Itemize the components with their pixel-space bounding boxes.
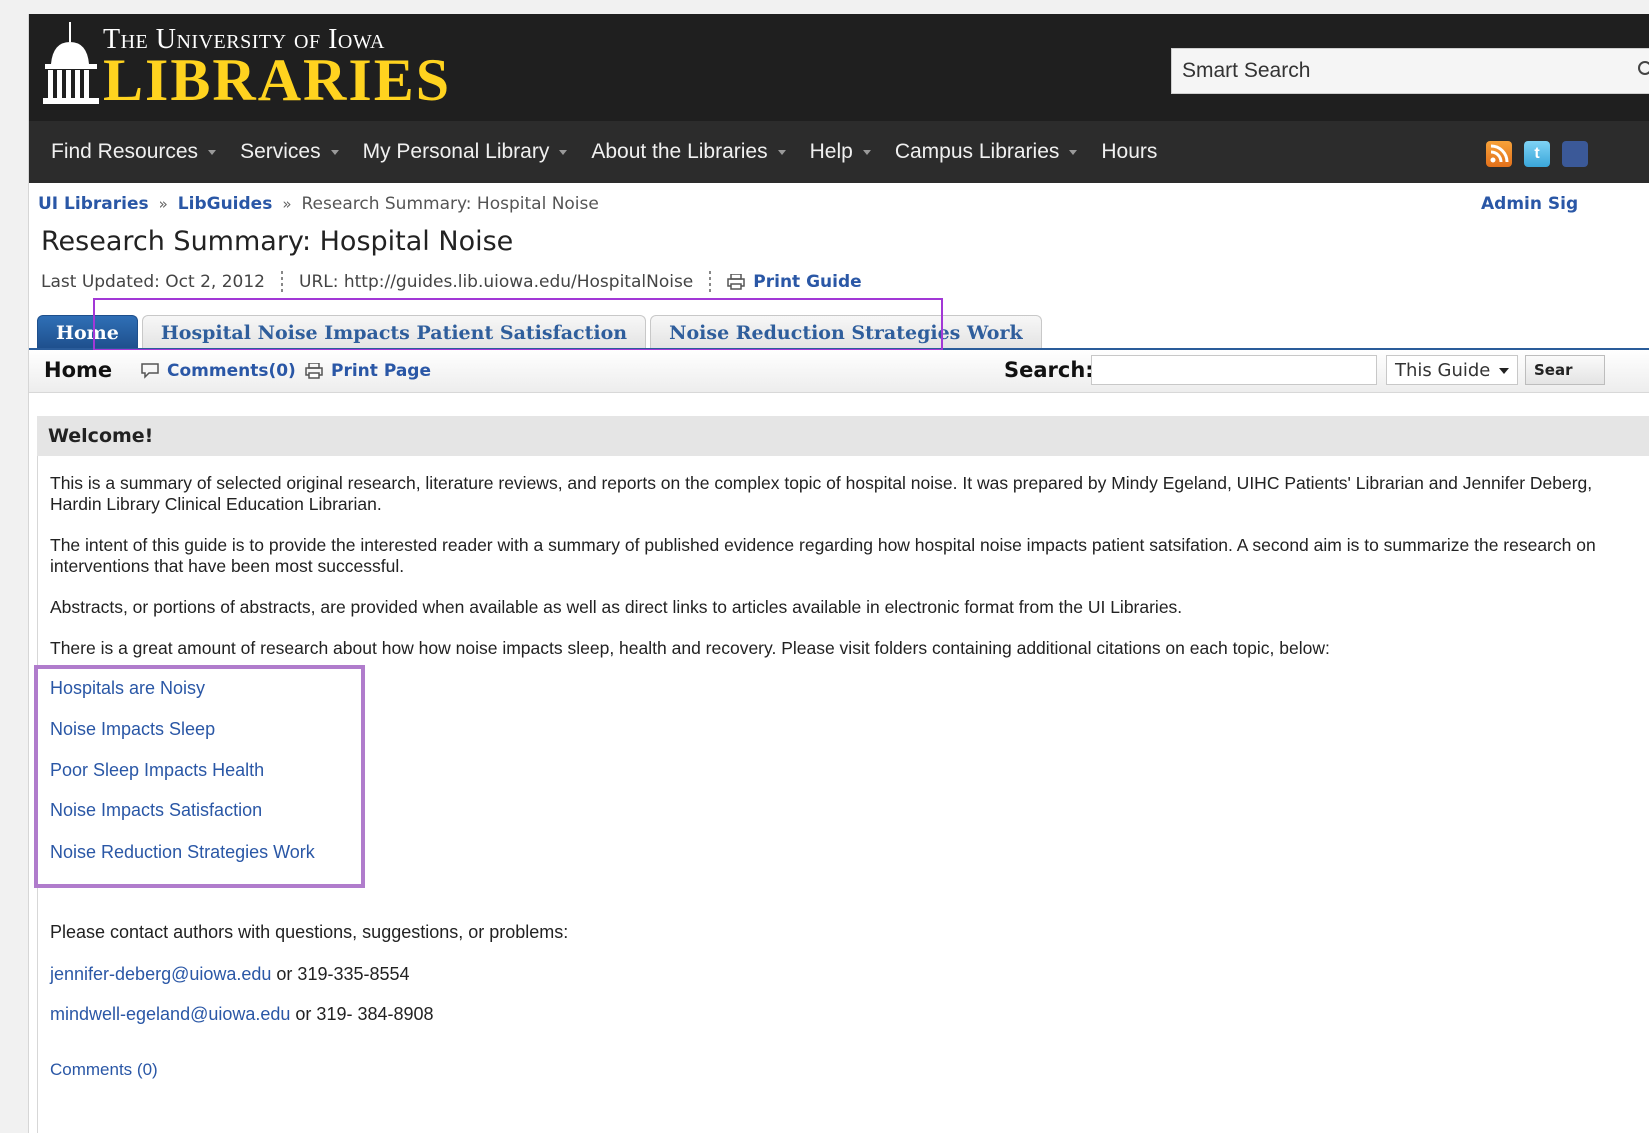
phone-number: or 319-335-8554 [271, 964, 410, 984]
nav-campus-libraries[interactable]: Campus Libraries [895, 140, 1078, 164]
chevron-down-icon [330, 149, 339, 155]
twitter-icon[interactable]: t [1524, 141, 1550, 167]
old-capitol-icon [43, 22, 99, 104]
nav-label: About the Libraries [591, 140, 768, 163]
intro-paragraph: This is a summary of selected original r… [50, 473, 1593, 514]
last-updated: Last Updated: Oct 2, 2012 [41, 272, 265, 292]
search-label: Search: [1004, 358, 1094, 382]
chevron-down-icon [862, 149, 871, 155]
print-guide-label: Print Guide [753, 272, 862, 292]
current-page-label: Home [44, 358, 113, 382]
comments-link[interactable]: Comments(0) [141, 361, 296, 381]
page: The University of Iowa LIBRARIES Find Re… [28, 14, 1649, 1133]
libraries-logo[interactable]: The University of Iowa LIBRARIES [43, 18, 463, 114]
box-title: Welcome! [48, 425, 154, 447]
guide-tabs: Home Hospital Noise Impacts Patient Sati… [37, 313, 1046, 349]
nav-my-personal-library[interactable]: My Personal Library [363, 140, 568, 164]
abstracts-paragraph: Abstracts, or portions of abstracts, are… [50, 597, 1183, 617]
guide-meta: Last Updated: Oct 2, 2012 URL: http://gu… [41, 271, 862, 293]
phone-number: or 319- 384-8908 [290, 1004, 434, 1024]
print-page-label: Print Page [331, 361, 431, 381]
link-noise-impacts-satisfaction[interactable]: Noise Impacts Satisfaction [50, 800, 262, 821]
admin-sign-in-link[interactable]: Admin Sig [1481, 194, 1578, 214]
nav-hours[interactable]: Hours [1101, 140, 1157, 164]
print-guide-link[interactable]: Print Guide [727, 272, 862, 292]
site-header: The University of Iowa LIBRARIES [29, 14, 1649, 121]
search-scope-select[interactable]: This Guide [1386, 355, 1518, 385]
comments-footer-link[interactable]: Comments (0) [50, 1060, 158, 1080]
print-page-link[interactable]: Print Page [305, 361, 431, 381]
nav-label: Hours [1101, 140, 1158, 163]
guide-url: URL: http://guides.lib.uiowa.edu/Hospita… [299, 272, 694, 292]
breadcrumb-ui-libraries[interactable]: UI Libraries [38, 194, 149, 214]
chevron-down-icon [559, 149, 568, 155]
nav-label: My Personal Library [362, 140, 550, 163]
email-link[interactable]: mindwell-egeland@uiowa.edu [50, 1004, 290, 1024]
chevron-down-icon [208, 149, 217, 155]
tab-noise-reduction-strategies-work[interactable]: Noise Reduction Strategies Work [650, 315, 1042, 349]
breadcrumb-current: Research Summary: Hospital Noise [301, 194, 599, 214]
chevron-down-icon [1069, 149, 1078, 155]
link-noise-reduction-strategies-work[interactable]: Noise Reduction Strategies Work [50, 842, 315, 863]
page-toolbar: Home Comments(0) Print Page Search: This… [29, 350, 1649, 393]
tab-hospital-noise-impacts-patient-satisfaction[interactable]: Hospital Noise Impacts Patient Satisfact… [141, 315, 647, 349]
search-icon[interactable] [1637, 60, 1649, 80]
contact-intro: Please contact authors with questions, s… [50, 922, 569, 942]
nav-help[interactable]: Help [810, 140, 871, 164]
email-link[interactable]: jennifer-deberg@uiowa.edu [50, 964, 271, 984]
search-scope-value: This Guide [1395, 359, 1491, 381]
chevron-down-icon [1499, 368, 1509, 374]
social-icons: t [1486, 141, 1600, 169]
divider [281, 271, 283, 293]
chevron-down-icon [777, 149, 786, 155]
divider [709, 271, 712, 293]
research-paragraph: There is a great amount of research abou… [50, 638, 1330, 658]
facebook-icon[interactable] [1562, 141, 1588, 167]
nav-label: Help [809, 140, 853, 163]
breadcrumb-separator: » [158, 195, 168, 213]
intent-paragraph: The intent of this guide is to provide t… [50, 535, 1596, 576]
page-title: Research Summary: Hospital Noise [41, 226, 514, 257]
link-hospitals-are-noisy[interactable]: Hospitals are Noisy [50, 678, 205, 699]
contact-row: jennifer-deberg@uiowa.edu or 319-335-855… [50, 964, 410, 985]
box-border [37, 456, 38, 1133]
tab-home[interactable]: Home [37, 315, 138, 349]
nav-services[interactable]: Services [240, 140, 339, 164]
comments-label: Comments(0) [167, 361, 296, 381]
welcome-box-header: Welcome! [37, 416, 1649, 456]
link-poor-sleep-impacts-health[interactable]: Poor Sleep Impacts Health [50, 760, 264, 781]
logo-libraries-text: LIBRARIES [103, 47, 452, 113]
breadcrumb-libguides[interactable]: LibGuides [178, 194, 273, 214]
breadcrumb: UI Libraries » LibGuides » Research Summary:… [38, 194, 599, 214]
contact-row: mindwell-egeland@uiowa.edu or 319- 384-8… [50, 1004, 434, 1025]
printer-icon [727, 274, 746, 290]
nav-find-resources[interactable]: Find Resources [51, 140, 217, 164]
search-button[interactable]: Sear [1525, 355, 1605, 385]
guide-search-input[interactable] [1091, 355, 1377, 385]
comment-icon [141, 363, 159, 379]
nav-label: Services [240, 140, 321, 163]
nav-label: Find Resources [51, 140, 199, 163]
rss-icon[interactable] [1486, 141, 1512, 167]
main-nav: Find Resources Services My Personal Libr… [29, 121, 1649, 183]
link-noise-impacts-sleep[interactable]: Noise Impacts Sleep [50, 719, 215, 740]
printer-icon [305, 363, 323, 379]
nav-about-the-libraries[interactable]: About the Libraries [591, 140, 786, 164]
smart-search-input[interactable] [1171, 48, 1649, 94]
breadcrumb-separator: » [282, 195, 292, 213]
nav-label: Campus Libraries [894, 140, 1060, 163]
